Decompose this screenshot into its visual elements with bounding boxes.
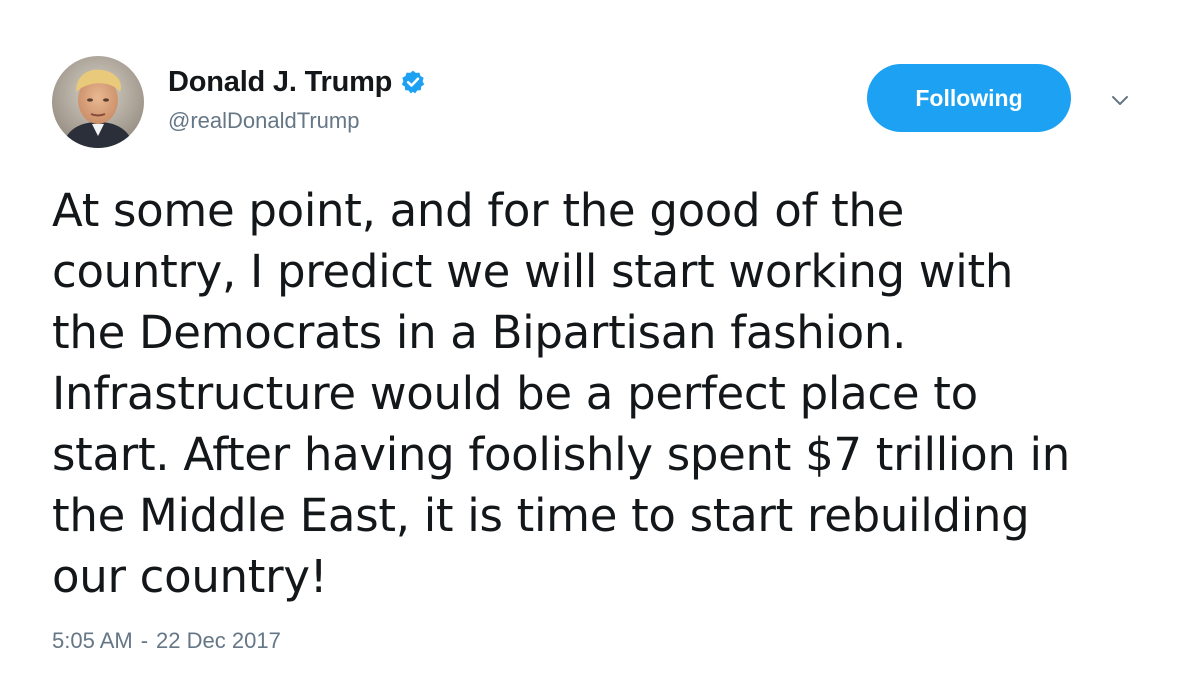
tweet-text-line: the Democrats in a Bipartisan fashion. — [52, 306, 907, 359]
tweet-text-line: start. After having foolishly spent $7 t… — [52, 428, 1070, 481]
tweet-timestamp[interactable]: 5:05 AM - 22 Dec 2017 — [52, 628, 281, 654]
author-display-name[interactable]: Donald J. Trump — [168, 66, 392, 99]
author-name-row: Donald J. Trump — [168, 62, 426, 102]
verified-badge-icon — [402, 70, 425, 94]
chevron-down-icon[interactable] — [1108, 88, 1132, 112]
tweet-text: At some point, and for the good of the c… — [52, 180, 1162, 607]
tweet-text-line: our country! — [52, 550, 328, 603]
author-handle[interactable]: @realDonaldTrump — [168, 108, 359, 134]
avatar[interactable] — [52, 56, 144, 148]
tweet-text-line: country, I predict we will start working… — [52, 245, 1014, 298]
tweet-date: 22 Dec 2017 — [156, 628, 281, 653]
tweet-card: Donald J. Trump @realDonaldTrump Followi… — [0, 0, 1200, 682]
avatar-image — [52, 56, 144, 148]
following-button[interactable]: Following — [867, 64, 1071, 132]
tweet-text-line: Infrastructure would be a perfect place … — [52, 367, 978, 420]
tweet-time: 5:05 AM — [52, 628, 133, 653]
tweet-text-line: the Middle East, it is time to start reb… — [52, 489, 1030, 542]
timestamp-separator: - — [140, 628, 149, 653]
tweet-text-line: At some point, and for the good of the — [52, 184, 905, 237]
